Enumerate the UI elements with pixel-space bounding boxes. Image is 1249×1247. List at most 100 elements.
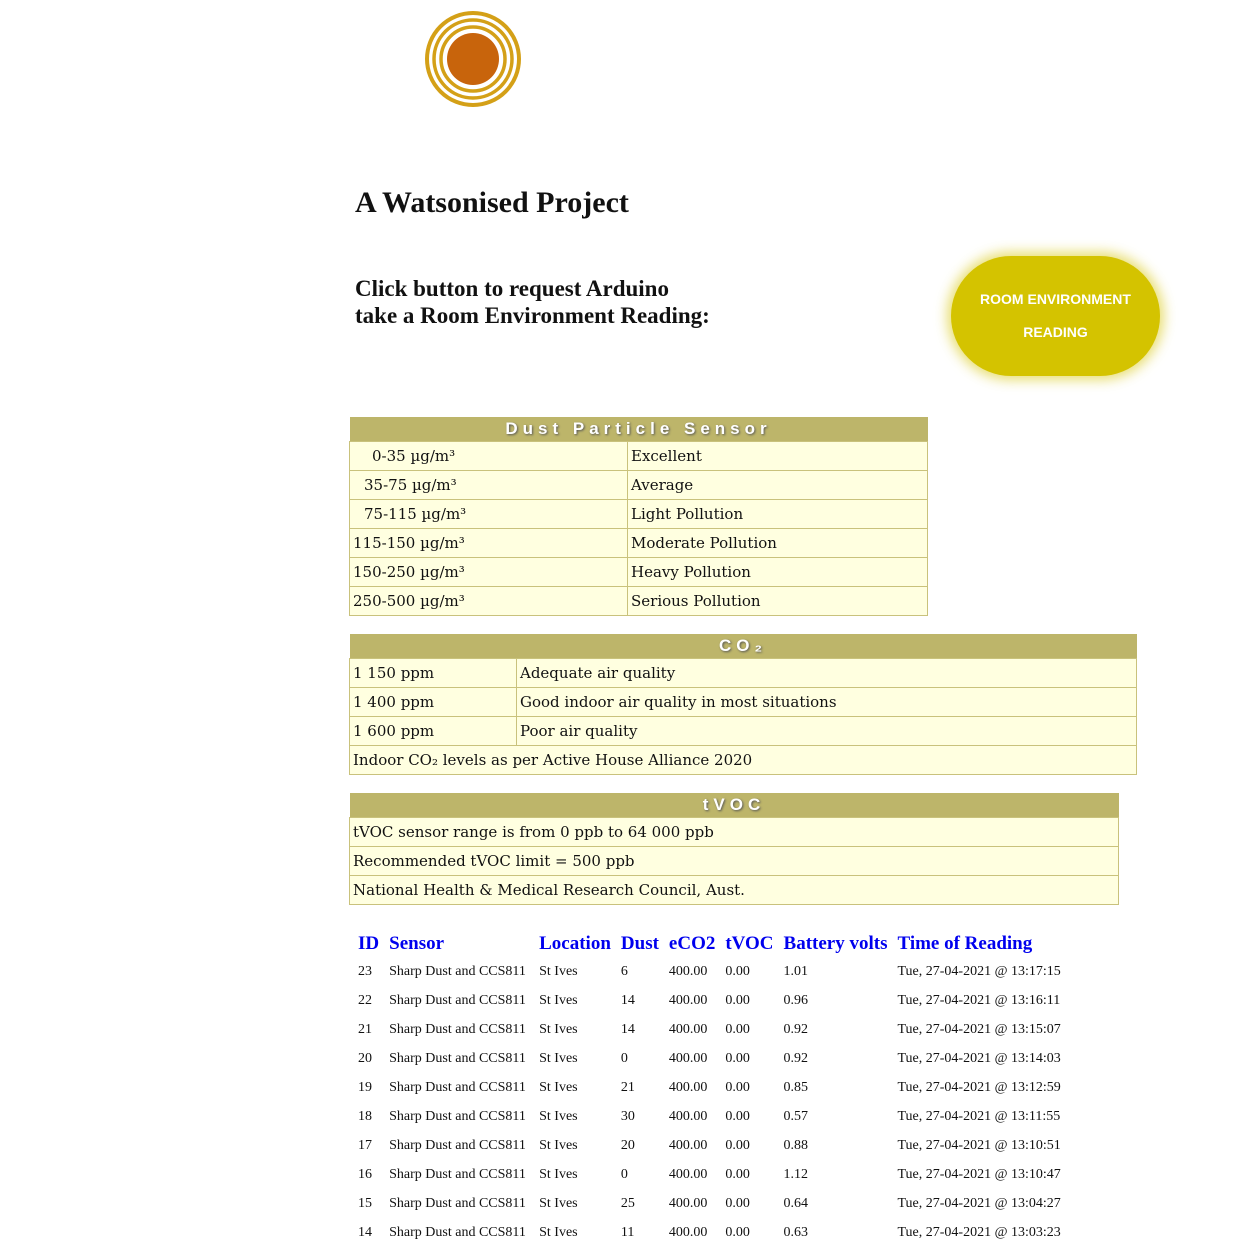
reading-location: St Ives bbox=[539, 992, 578, 1008]
column-header-location: Location bbox=[539, 932, 611, 954]
table-row: tVOC sensor range is from 0 ppb to 64 00… bbox=[349, 817, 1119, 847]
co2-note: Indoor CO₂ levels as per Active House Al… bbox=[349, 745, 1137, 775]
button-label-line-2: READING bbox=[1023, 324, 1088, 340]
table-row: 16 Sharp Dust and CCS811 St Ives 0 400.00 0.0… bbox=[353, 1160, 1066, 1189]
reading-location: St Ives bbox=[539, 963, 578, 979]
dust-range: 75-115 µg/m³ bbox=[349, 499, 628, 529]
reading-eco2: 400.00 bbox=[668, 1137, 708, 1153]
prompt-line-1: Click button to request Arduino bbox=[355, 276, 669, 301]
tvoc-table: tVOC tVOC sensor range is from 0 ppb to … bbox=[349, 793, 1119, 905]
reading-sensor: Sharp Dust and CCS811 bbox=[389, 1166, 526, 1182]
table-row: 19 Sharp Dust and CCS811 St Ives 21 400.00 0.… bbox=[353, 1073, 1066, 1102]
reading-eco2: 400.00 bbox=[668, 1021, 708, 1037]
reading-eco2: 400.00 bbox=[668, 1079, 708, 1095]
co2-label: Poor air quality bbox=[516, 716, 1137, 746]
reading-dust: 0 bbox=[620, 1050, 628, 1066]
reading-sensor: Sharp Dust and CCS811 bbox=[389, 1195, 526, 1211]
dust-label: Average bbox=[627, 470, 928, 500]
table-row: 150-250 µg/m³ Heavy Pollution bbox=[349, 557, 928, 587]
table-row: 20 Sharp Dust and CCS811 St Ives 0 400.00 0.0… bbox=[353, 1044, 1066, 1073]
readings-table: ID Sensor Location Dust eCO2 tVOC Batter… bbox=[353, 930, 1066, 1247]
table-row: 115-150 µg/m³ Moderate Pollution bbox=[349, 528, 928, 558]
reading-tvoc: 0.00 bbox=[725, 1108, 750, 1124]
reading-id: 18 bbox=[358, 1108, 372, 1124]
dust-table-title: Dust Particle Sensor bbox=[349, 417, 928, 442]
reading-battery-volts: 1.12 bbox=[783, 1166, 809, 1182]
reading-eco2: 400.00 bbox=[668, 1108, 708, 1124]
tvoc-info: Recommended tVOC limit = 500 ppb bbox=[349, 846, 1119, 876]
reading-dust: 14 bbox=[620, 992, 635, 1008]
reading-location: St Ives bbox=[539, 1108, 578, 1124]
reading-dust: 30 bbox=[620, 1108, 635, 1124]
column-header-battery-volts: Battery volts bbox=[783, 932, 888, 954]
dust-range: 115-150 µg/m³ bbox=[349, 528, 628, 558]
room-environment-reading-button[interactable]: ROOM ENVIRONMENT READING bbox=[951, 256, 1160, 376]
table-row: 21 Sharp Dust and CCS811 St Ives 14 400.00 0.… bbox=[353, 1015, 1066, 1044]
dust-particle-table: Dust Particle Sensor 0-35 µg/m³ Excellen… bbox=[349, 417, 928, 616]
table-row: Recommended tVOC limit = 500 ppb bbox=[349, 846, 1119, 876]
table-row: 0-35 µg/m³ Excellent bbox=[349, 441, 928, 471]
reading-time: Tue, 27-04-2021 @ 13:17:15 bbox=[897, 963, 1061, 979]
dust-range: 250-500 µg/m³ bbox=[349, 586, 628, 616]
reading-id: 23 bbox=[358, 963, 372, 979]
dust-label: Heavy Pollution bbox=[627, 557, 928, 587]
column-header-time-of-reading: Time of Reading bbox=[897, 932, 1033, 954]
table-row: 22 Sharp Dust and CCS811 St Ives 14 400.00 0.… bbox=[353, 986, 1066, 1015]
column-header-dust: Dust bbox=[620, 932, 659, 954]
dust-label: Serious Pollution bbox=[627, 586, 928, 616]
reading-location: St Ives bbox=[539, 1195, 578, 1211]
reading-prompt: Click button to request Arduino take a R… bbox=[355, 275, 710, 329]
reading-time: Tue, 27-04-2021 @ 13:12:59 bbox=[897, 1079, 1061, 1095]
reading-tvoc: 0.00 bbox=[725, 1195, 750, 1211]
co2-level: 1 400 ppm bbox=[349, 687, 517, 717]
reading-id: 17 bbox=[358, 1137, 372, 1153]
dust-label: Light Pollution bbox=[627, 499, 928, 529]
reading-sensor: Sharp Dust and CCS811 bbox=[389, 1021, 526, 1037]
column-header-eco2: eCO2 bbox=[668, 932, 716, 954]
reading-sensor: Sharp Dust and CCS811 bbox=[389, 1108, 526, 1124]
reading-battery-volts: 0.88 bbox=[783, 1137, 809, 1153]
reading-tvoc: 0.00 bbox=[725, 1166, 750, 1182]
table-row: 1 150 ppm Adequate air quality bbox=[349, 658, 1137, 688]
reading-id: 21 bbox=[358, 1021, 372, 1037]
table-row: 15 Sharp Dust and CCS811 St Ives 25 400.00 0.… bbox=[353, 1189, 1066, 1218]
column-header-tvoc: tVOC bbox=[725, 932, 774, 954]
tvoc-info: National Health & Medical Research Counc… bbox=[349, 875, 1119, 905]
reading-battery-volts: 0.92 bbox=[783, 1021, 809, 1037]
co2-level: 1 150 ppm bbox=[349, 658, 517, 688]
table-row: Indoor CO₂ levels as per Active House Al… bbox=[349, 745, 1137, 775]
reading-time: Tue, 27-04-2021 @ 13:11:55 bbox=[897, 1108, 1061, 1124]
reading-time: Tue, 27-04-2021 @ 13:10:47 bbox=[897, 1166, 1061, 1182]
reading-time: Tue, 27-04-2021 @ 13:16:11 bbox=[897, 992, 1061, 1008]
reading-eco2: 400.00 bbox=[668, 1195, 708, 1211]
reading-location: St Ives bbox=[539, 1166, 578, 1182]
reading-battery-volts: 0.96 bbox=[783, 992, 809, 1008]
reading-tvoc: 0.00 bbox=[725, 1137, 750, 1153]
table-row: 250-500 µg/m³ Serious Pollution bbox=[349, 586, 928, 616]
table-row: 1 400 ppm Good indoor air quality in mos… bbox=[349, 687, 1137, 717]
dust-label: Excellent bbox=[627, 441, 928, 471]
reading-location: St Ives bbox=[539, 1050, 578, 1066]
reading-sensor: Sharp Dust and CCS811 bbox=[389, 1050, 526, 1066]
reading-battery-volts: 0.64 bbox=[783, 1195, 809, 1211]
reading-dust: 14 bbox=[620, 1021, 635, 1037]
reading-time: Tue, 27-04-2021 @ 13:04:27 bbox=[897, 1195, 1061, 1211]
reading-sensor: Sharp Dust and CCS811 bbox=[389, 1137, 526, 1153]
dust-range: 0-35 µg/m³ bbox=[349, 441, 628, 471]
reading-battery-volts: 0.57 bbox=[783, 1108, 809, 1124]
reading-id: 22 bbox=[358, 992, 372, 1008]
table-row: 75-115 µg/m³ Light Pollution bbox=[349, 499, 928, 529]
dust-range: 35-75 µg/m³ bbox=[349, 470, 628, 500]
reading-battery-volts: 1.01 bbox=[783, 963, 809, 979]
column-header-sensor: Sensor bbox=[389, 932, 445, 954]
reading-sensor: Sharp Dust and CCS811 bbox=[389, 992, 526, 1008]
reading-eco2: 400.00 bbox=[668, 963, 708, 979]
reading-eco2: 400.00 bbox=[668, 1050, 708, 1066]
table-row: 18 Sharp Dust and CCS811 St Ives 30 400.00 0.… bbox=[353, 1102, 1066, 1131]
reading-tvoc: 0.00 bbox=[725, 1050, 750, 1066]
reading-location: St Ives bbox=[539, 1137, 578, 1153]
co2-table: CO₂ 1 150 ppm Adequate air quality 1 400… bbox=[349, 634, 1137, 775]
table-row: National Health & Medical Research Counc… bbox=[349, 875, 1119, 905]
reading-battery-volts: 0.92 bbox=[783, 1050, 809, 1066]
prompt-line-2: take a Room Environment Reading: bbox=[355, 303, 710, 328]
